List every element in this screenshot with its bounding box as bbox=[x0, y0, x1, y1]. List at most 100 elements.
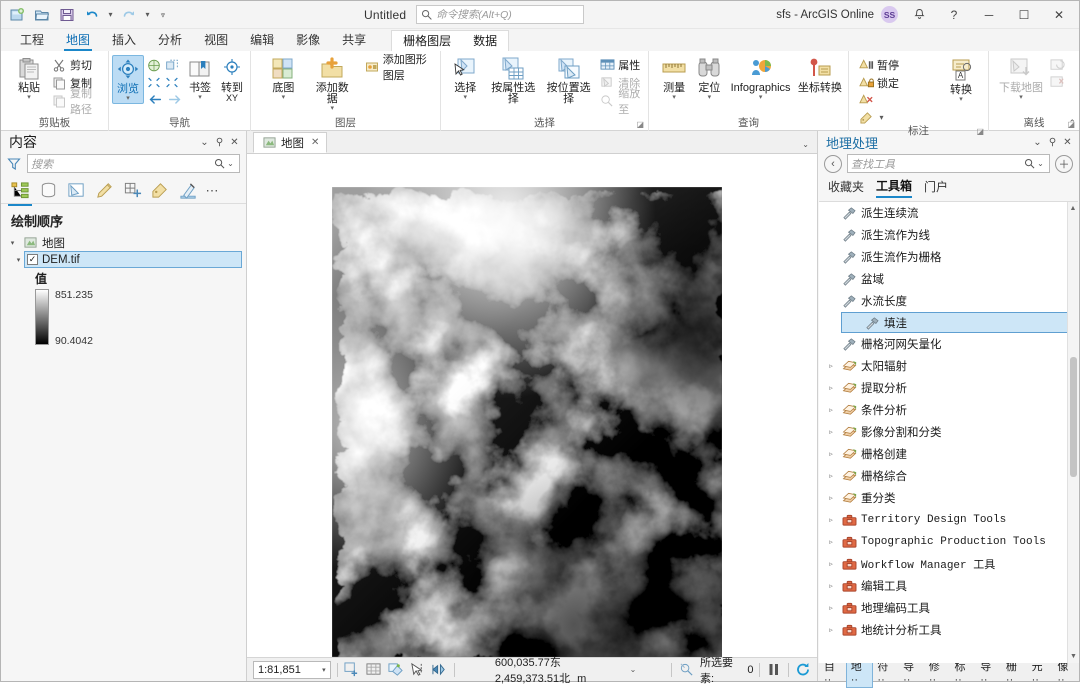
toolset-item[interactable]: ▹ 栅格创建 bbox=[819, 443, 1078, 465]
tab-share[interactable]: 共享 bbox=[331, 30, 377, 51]
infographics-button[interactable]: Infographics ▾ bbox=[727, 55, 793, 102]
contents-close-icon[interactable]: ✕ bbox=[227, 137, 242, 148]
select-by-location-button[interactable]: 按位置选择 bbox=[542, 55, 595, 106]
snapping-icon[interactable] bbox=[119, 179, 145, 203]
forward-navigation-icon[interactable] bbox=[167, 91, 183, 107]
add-graphics-layer-button[interactable]: 添加图形图层 bbox=[362, 54, 437, 82]
help-button[interactable]: ? bbox=[940, 3, 968, 27]
expand-icon[interactable]: ▹ bbox=[825, 582, 837, 590]
expand-icon[interactable]: ▹ bbox=[825, 362, 837, 370]
toolset-item[interactable]: ▹ 太阳辐射 bbox=[819, 355, 1078, 377]
measure-dropdown-icon[interactable]: ▾ bbox=[672, 94, 676, 101]
locate-dropdown-icon[interactable]: ▾ bbox=[708, 94, 712, 101]
toolbox-item[interactable]: ▹ 地统计分析工具 bbox=[819, 619, 1078, 641]
expand-map-icon[interactable]: ▾ bbox=[7, 239, 18, 247]
tool-item[interactable]: 派生流作为线 bbox=[819, 224, 1078, 246]
labeling-panel-icon[interactable] bbox=[147, 179, 173, 203]
more-options-icon[interactable]: ⋯ bbox=[203, 179, 221, 203]
tool-list[interactable]: 派生连续流 派生流作为线 派生流作为栅格 盆域 水流长度 填洼 栅格河网矢量化 ▹ 太阳辐射 ▹ 提… bbox=[819, 201, 1078, 663]
contents-menu-icon[interactable]: ⌄ bbox=[197, 137, 212, 148]
command-search-input[interactable]: 命令搜索(Alt+Q) bbox=[416, 5, 585, 24]
new-project-icon[interactable] bbox=[5, 4, 29, 26]
full-extent-icon[interactable] bbox=[146, 57, 162, 73]
toolset-item[interactable]: ▹ 影像分割和分类 bbox=[819, 421, 1078, 443]
select-extent-icon[interactable] bbox=[343, 660, 359, 679]
tab-map[interactable]: 地图 bbox=[55, 30, 101, 51]
undo-dropdown-icon[interactable]: ▾ bbox=[105, 10, 116, 19]
tool-item[interactable]: 栅格河网矢量化 bbox=[819, 333, 1078, 355]
maximize-button[interactable]: ☐ bbox=[1010, 3, 1038, 27]
map-document-tab[interactable]: 地图 ✕ bbox=[253, 132, 328, 153]
tab-insert[interactable]: 插入 bbox=[101, 30, 147, 51]
select-button[interactable]: 选择 ▾ bbox=[446, 55, 485, 102]
scroll-down-icon[interactable]: ▼ bbox=[1068, 650, 1078, 663]
add-data-button[interactable]: 添加数据 ▾ bbox=[309, 55, 356, 113]
document-tabs-overflow-icon[interactable]: ⌄ bbox=[802, 140, 809, 149]
customize-quick-access-icon[interactable]: ⩔ bbox=[154, 10, 172, 20]
editing-icon[interactable] bbox=[91, 179, 117, 203]
map-canvas[interactable] bbox=[247, 153, 817, 657]
collapse-ribbon-icon[interactable]: ⌃ bbox=[1068, 118, 1076, 129]
basemap-dropdown-icon[interactable]: ▾ bbox=[282, 94, 286, 101]
tab-favorites[interactable]: 收藏夹 bbox=[828, 178, 864, 197]
geoprocessing-close-icon[interactable]: ✕ bbox=[1060, 137, 1075, 148]
bookmarks-button[interactable]: 书签 ▾ bbox=[185, 55, 215, 102]
sync-map-icon[interactable] bbox=[1050, 57, 1066, 73]
copy-path-button[interactable]: 复制路径 bbox=[49, 88, 105, 116]
tab-imagery[interactable]: 影像 bbox=[285, 30, 331, 51]
map-scale-selector[interactable]: 1:81,851 ▾ bbox=[253, 660, 331, 679]
tree-node-map[interactable]: ▾ 地图 bbox=[1, 234, 246, 251]
explore-dropdown-icon[interactable]: ▾ bbox=[126, 95, 130, 102]
convert-labels-dropdown-icon[interactable]: ▾ bbox=[959, 96, 963, 103]
select-dropdown-icon[interactable]: ▾ bbox=[464, 94, 468, 101]
tab-raster-layer[interactable]: 栅格图层 bbox=[392, 31, 462, 52]
tab-edit[interactable]: 编辑 bbox=[239, 30, 285, 51]
back-icon[interactable]: ‹ bbox=[824, 154, 842, 173]
grid-icon[interactable] bbox=[365, 660, 381, 679]
geoprocessing-pin-icon[interactable]: ⚲ bbox=[1045, 137, 1060, 148]
tool-list-scrollbar[interactable]: ▲ ▼ bbox=[1067, 202, 1078, 663]
selection-icon[interactable] bbox=[63, 179, 89, 203]
redo-icon[interactable] bbox=[117, 4, 141, 26]
toolset-item[interactable]: ▹ 条件分析 bbox=[819, 399, 1078, 421]
notifications-icon[interactable] bbox=[905, 3, 933, 27]
pause-labeling-button[interactable]: 暂停 bbox=[856, 56, 936, 73]
toolset-item[interactable]: ▹ 重分类 bbox=[819, 487, 1078, 509]
tool-search-input[interactable]: 查找工具 ⌄ bbox=[847, 154, 1050, 173]
contents-search-dropdown-icon[interactable]: ⌄ bbox=[225, 159, 236, 168]
tool-item[interactable]: 水流长度 bbox=[819, 290, 1078, 312]
expand-icon[interactable]: ▹ bbox=[825, 384, 837, 392]
bookmarks-dropdown-icon[interactable]: ▾ bbox=[198, 94, 202, 101]
selected-features-icon[interactable] bbox=[678, 660, 694, 679]
selection-dialog-launcher-icon[interactable]: ◪ bbox=[636, 118, 644, 131]
map-tab-close-icon[interactable]: ✕ bbox=[311, 137, 319, 148]
locate-button[interactable]: 定位 ▾ bbox=[692, 55, 726, 102]
paste-dropdown-icon[interactable]: ▾ bbox=[27, 94, 31, 101]
toolbox-item[interactable]: ▹ 地理编码工具 bbox=[819, 597, 1078, 619]
filter-icon[interactable] bbox=[5, 157, 23, 171]
zoom-to-selection-button[interactable]: 缩放至 bbox=[597, 88, 645, 116]
basemap-button[interactable]: 底图 ▾ bbox=[264, 55, 303, 102]
close-button[interactable]: ✕ bbox=[1045, 3, 1073, 27]
infographics-dropdown-icon[interactable]: ▾ bbox=[759, 94, 763, 101]
open-project-icon[interactable] bbox=[30, 4, 54, 26]
measure-button[interactable]: 测量 ▾ bbox=[657, 55, 691, 102]
tab-toolboxes[interactable]: 工具箱 bbox=[876, 177, 913, 198]
scroll-up-icon[interactable]: ▲ bbox=[1068, 202, 1078, 215]
download-map-button[interactable]: 下载地图 ▾ bbox=[994, 55, 1048, 102]
minimize-button[interactable]: ─ bbox=[975, 3, 1003, 27]
keyboard-navigation-icon[interactable] bbox=[431, 660, 448, 679]
download-map-dropdown-icon[interactable]: ▾ bbox=[1019, 94, 1023, 101]
expand-icon[interactable]: ▹ bbox=[825, 604, 837, 612]
data-source-icon[interactable] bbox=[35, 179, 61, 203]
tab-project[interactable]: 工程 bbox=[9, 30, 55, 51]
label-symbol-dropdown-icon[interactable]: ▾ bbox=[876, 113, 887, 122]
expand-icon[interactable]: ▹ bbox=[825, 560, 837, 568]
geoprocessing-menu-icon[interactable]: ⌄ bbox=[1030, 137, 1045, 148]
paste-button[interactable]: 粘贴 ▾ bbox=[10, 55, 48, 102]
expand-icon[interactable]: ▹ bbox=[825, 450, 837, 458]
fixed-zoom-out-icon[interactable] bbox=[164, 74, 180, 90]
drawing-order-icon[interactable] bbox=[7, 179, 33, 206]
layer-item-dem[interactable]: ✓ DEM.tif bbox=[24, 251, 242, 268]
previous-extent-icon[interactable] bbox=[164, 57, 180, 73]
